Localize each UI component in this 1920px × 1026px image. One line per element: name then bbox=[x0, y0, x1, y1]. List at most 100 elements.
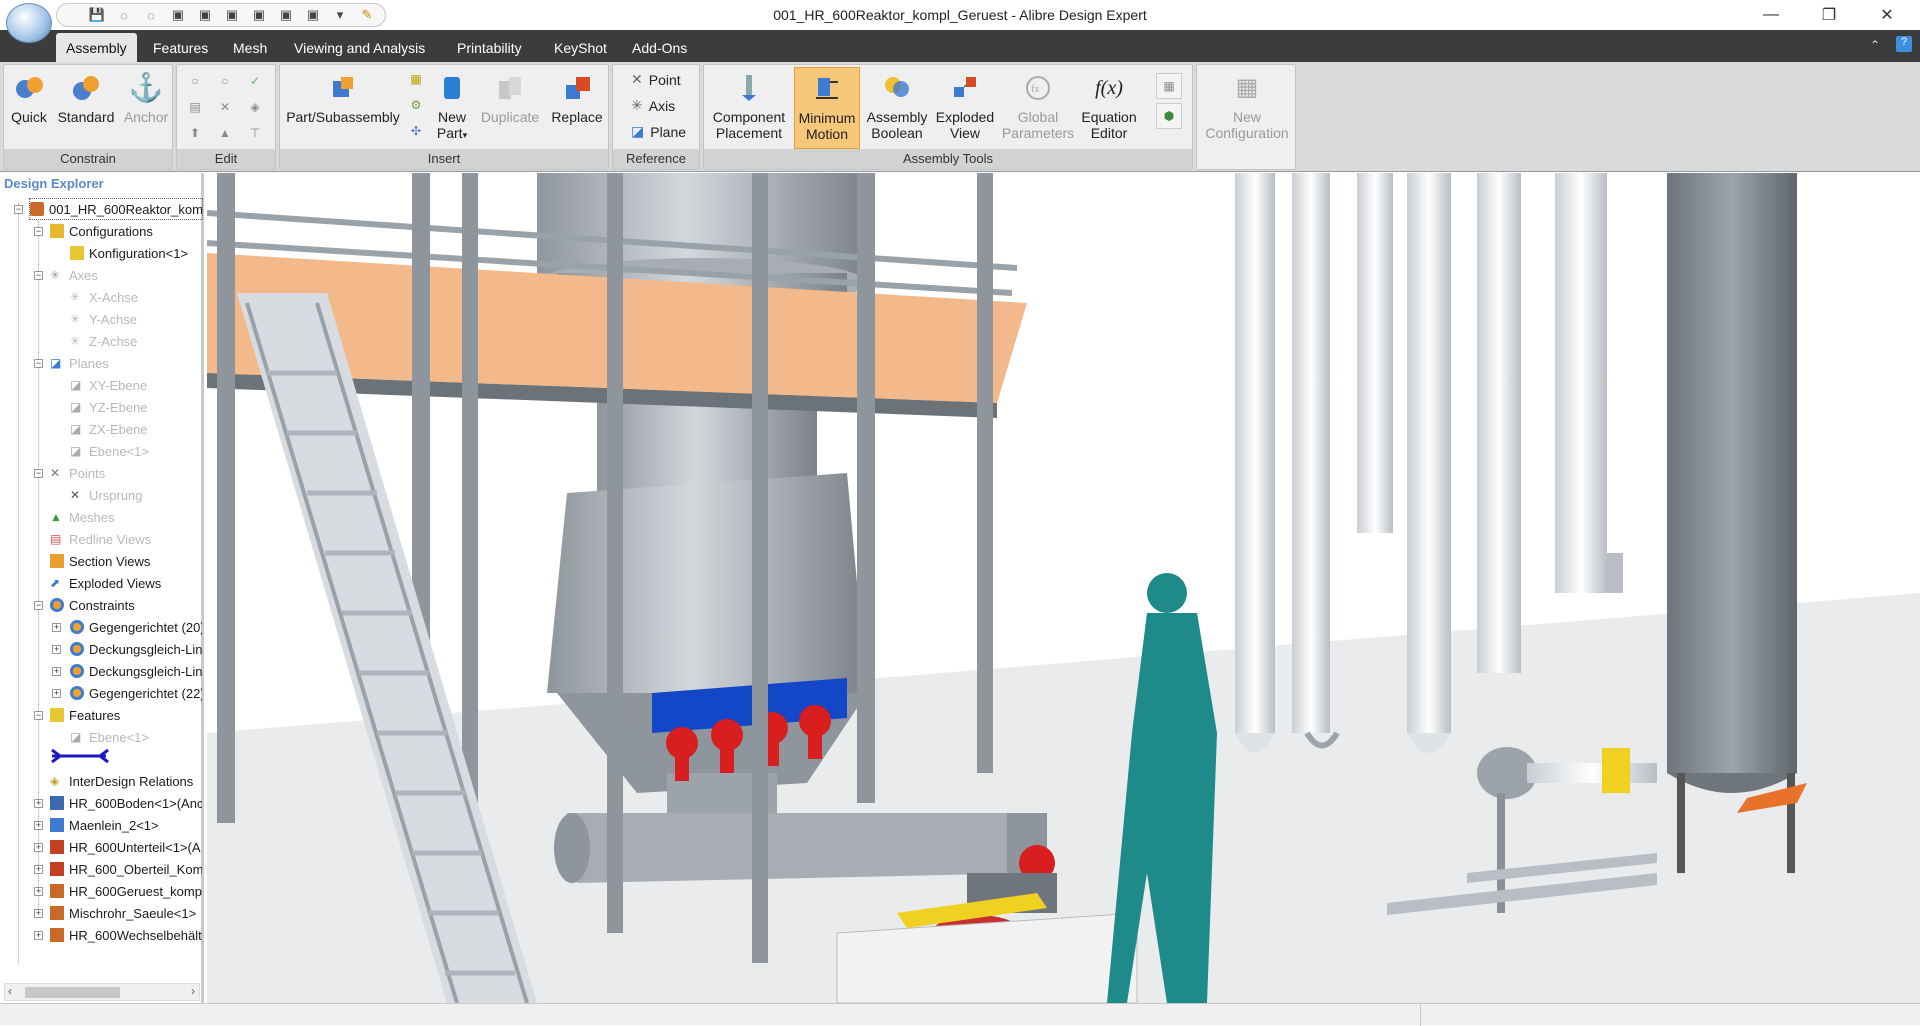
global-parameters-button[interactable]: fx Global Parameters bbox=[1002, 67, 1074, 149]
anchor-button[interactable]: ⚓ Anchor bbox=[122, 67, 170, 149]
tab-add-ons[interactable]: Add-Ons bbox=[622, 33, 697, 62]
tab-keyshot[interactable]: KeyShot bbox=[544, 33, 617, 62]
new-configuration-button[interactable]: ▦ New Configuration bbox=[1199, 67, 1295, 149]
collapse-toggle[interactable]: − bbox=[34, 271, 43, 280]
tree-part[interactable]: Mischrohr_Saeule<1> bbox=[50, 903, 202, 923]
collapse-ribbon-icon[interactable]: ⌃ bbox=[1870, 38, 1880, 52]
tab-mesh[interactable]: Mesh bbox=[223, 33, 277, 62]
edit-tool-icon[interactable]: ✓ bbox=[245, 71, 265, 91]
expand-toggle[interactable]: + bbox=[34, 821, 43, 830]
expand-toggle[interactable]: + bbox=[34, 799, 43, 808]
scrollbar-thumb[interactable] bbox=[25, 987, 120, 998]
restore-button[interactable]: ❐ bbox=[1806, 0, 1852, 30]
axis-button[interactable]: ✳ Axis bbox=[631, 97, 675, 114]
close-button[interactable]: ✕ bbox=[1864, 0, 1910, 30]
tree-part[interactable]: Maenlein_2<1> bbox=[50, 815, 202, 835]
view-cube-icon[interactable]: ▣ bbox=[277, 7, 295, 23]
tree-part[interactable]: HR_600_Oberteil_Kom bbox=[50, 859, 202, 879]
tab-features[interactable]: Features bbox=[143, 33, 218, 62]
tree-feature-ebene[interactable]: ◪ Ebene<1> bbox=[70, 727, 149, 747]
delete-icon[interactable]: ✕ bbox=[215, 97, 235, 117]
tab-viewing-and-analysis[interactable]: Viewing and Analysis bbox=[284, 33, 435, 62]
edit-tool-icon[interactable]: ▲ bbox=[215, 123, 235, 143]
expand-toggle[interactable]: + bbox=[34, 887, 43, 896]
expand-toggle[interactable]: + bbox=[52, 689, 61, 698]
pencil-icon[interactable]: ✎ bbox=[358, 7, 376, 23]
tree-part[interactable]: HR_600Wechselbehält bbox=[50, 925, 202, 945]
scroll-left-icon[interactable]: ‹ bbox=[8, 984, 12, 998]
edit-tool-icon[interactable]: ▤ bbox=[185, 97, 205, 117]
collapse-toggle[interactable]: − bbox=[34, 711, 43, 720]
shield-icon[interactable]: ⬢ bbox=[1156, 103, 1182, 129]
collapse-toggle[interactable]: − bbox=[34, 601, 43, 610]
expand-toggle[interactable]: + bbox=[52, 645, 61, 654]
view-cube-icon[interactable]: ▣ bbox=[250, 7, 268, 23]
tree-constraint-4[interactable]: Gegengerichtet (22) bbox=[70, 683, 202, 703]
tree-zx-ebene[interactable]: ◪ ZX-Ebene bbox=[70, 419, 148, 439]
expand-toggle[interactable]: + bbox=[34, 909, 43, 918]
app-logo[interactable] bbox=[6, 3, 52, 43]
edit-tool-icon[interactable]: ◈ bbox=[245, 97, 265, 117]
edit-tool-icon[interactable]: ⊤ bbox=[245, 123, 265, 143]
tree-root[interactable]: 001_HR_600Reaktor_kom bbox=[29, 198, 203, 220]
collapse-toggle[interactable]: − bbox=[34, 227, 43, 236]
edit-tool-icon[interactable]: ⬆ bbox=[185, 123, 205, 143]
tree-part[interactable]: HR_600Unterteil<1>(A bbox=[50, 837, 202, 857]
tree-y-achse[interactable]: ✳ Y-Achse bbox=[70, 309, 137, 329]
tree-redline-views[interactable]: ▤ Redline Views bbox=[50, 529, 151, 549]
collapse-toggle[interactable]: − bbox=[14, 205, 23, 214]
tree-z-achse[interactable]: ✳ Z-Achse bbox=[70, 331, 137, 351]
duplicate-button[interactable]: Duplicate bbox=[476, 67, 544, 149]
redo-icon[interactable]: ◌ bbox=[142, 7, 160, 23]
pattern-icon[interactable]: ✣ bbox=[406, 121, 426, 141]
view-dropdown-icon[interactable]: ▾ bbox=[331, 7, 349, 23]
edit-tool-icon[interactable]: ○ bbox=[185, 71, 205, 91]
tree-features[interactable]: Features bbox=[50, 705, 120, 725]
view-cube-icon[interactable]: ▣ bbox=[304, 7, 322, 23]
tree-ebene1[interactable]: ◪ Ebene<1> bbox=[70, 441, 149, 461]
tree-meshes[interactable]: ▲ Meshes bbox=[50, 507, 115, 527]
exploded-view-button[interactable]: Exploded View bbox=[932, 67, 998, 149]
tree-part[interactable]: HR_600Boden<1>(Anc bbox=[50, 793, 202, 813]
help-icon[interactable]: ? bbox=[1896, 36, 1912, 52]
collapse-toggle[interactable]: − bbox=[34, 359, 43, 368]
tree-x-achse[interactable]: ✳ X-Achse bbox=[70, 287, 138, 307]
part-subassembly-button[interactable]: Part/Subassembly bbox=[284, 67, 402, 149]
undo-icon[interactable]: ◌ bbox=[115, 7, 133, 23]
expand-toggle[interactable]: + bbox=[34, 865, 43, 874]
grid-icon[interactable]: ▦ bbox=[406, 69, 426, 89]
assembly-boolean-button[interactable]: Assembly Boolean bbox=[864, 67, 930, 149]
quick-constraint-button[interactable]: Quick bbox=[8, 67, 50, 149]
collapse-toggle[interactable]: − bbox=[34, 469, 43, 478]
tree-xy-ebene[interactable]: ◪ XY-Ebene bbox=[70, 375, 147, 395]
3d-viewport[interactable] bbox=[207, 173, 1920, 1003]
tree-constraints[interactable]: Constraints bbox=[50, 595, 135, 615]
standard-constraint-button[interactable]: Standard bbox=[54, 67, 118, 149]
expand-toggle[interactable]: + bbox=[34, 931, 43, 940]
tab-assembly[interactable]: Assembly bbox=[56, 33, 137, 62]
scroll-right-icon[interactable]: › bbox=[191, 984, 195, 998]
point-button[interactable]: ✕ Point bbox=[631, 71, 681, 88]
equation-editor-button[interactable]: f(x) Equation Editor bbox=[1076, 67, 1142, 149]
minimize-button[interactable]: — bbox=[1748, 0, 1794, 30]
view-cube-icon[interactable]: ▣ bbox=[169, 7, 187, 23]
tree-configurations[interactable]: Configurations bbox=[50, 221, 153, 241]
tree-interdesign-relations[interactable]: ◈ InterDesign Relations bbox=[50, 771, 193, 791]
tab-printability[interactable]: Printability bbox=[447, 33, 532, 62]
gear-icon[interactable]: ⚙ bbox=[406, 95, 426, 115]
tree-points[interactable]: ✕ Points bbox=[50, 463, 105, 483]
component-placement-button[interactable]: Component Placement bbox=[708, 67, 790, 149]
edit-tool-icon[interactable]: ○ bbox=[215, 71, 235, 91]
view-cube-icon[interactable]: ▣ bbox=[196, 7, 214, 23]
tree-constraint-3[interactable]: Deckungsgleich-Lin bbox=[70, 661, 202, 681]
horizontal-scrollbar[interactable]: ‹ › bbox=[4, 983, 200, 1001]
view-cube-icon[interactable]: ▣ bbox=[223, 7, 241, 23]
tree-constraint-1[interactable]: Gegengerichtet (20) bbox=[70, 617, 202, 637]
rollback-marker[interactable] bbox=[50, 748, 110, 764]
new-part-button[interactable]: New Part▾ bbox=[432, 67, 472, 149]
save-icon[interactable]: 💾 bbox=[88, 7, 106, 23]
tree-section-views[interactable]: Section Views bbox=[50, 551, 150, 571]
minimum-motion-button[interactable]: Minimum Motion bbox=[794, 67, 860, 149]
tree-axes[interactable]: ✳ Axes bbox=[50, 265, 98, 285]
tree-constraint-2[interactable]: Deckungsgleich-Lin bbox=[70, 639, 202, 659]
